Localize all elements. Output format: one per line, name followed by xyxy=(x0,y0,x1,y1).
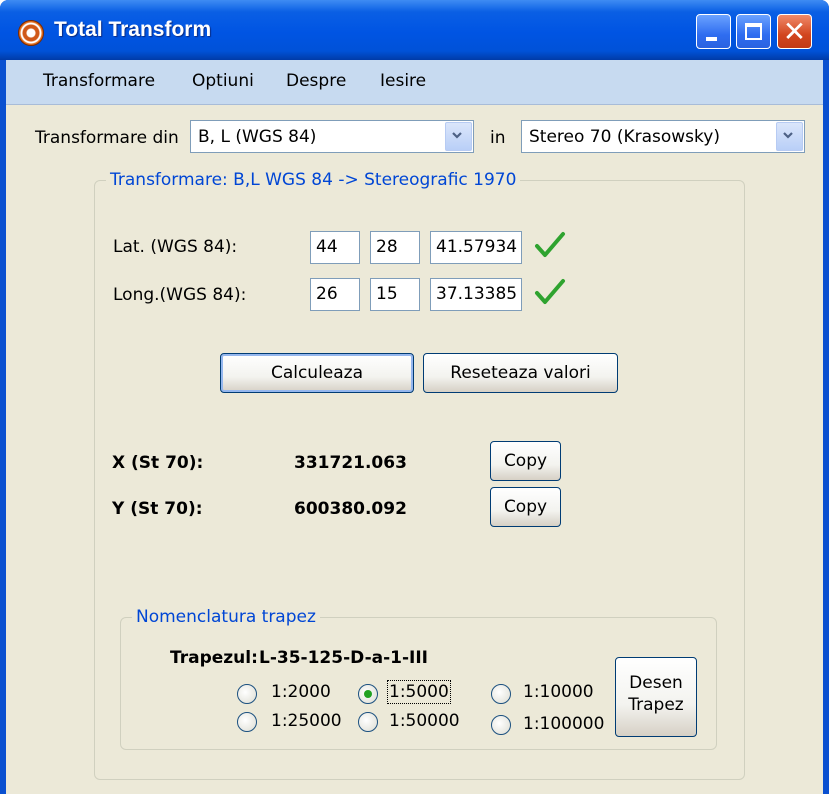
window-title: Total Transform xyxy=(54,18,212,41)
transform-from-label: Transformare din xyxy=(35,128,179,148)
menu-iesire[interactable]: Iesire xyxy=(380,71,426,91)
to-system-value: Stereo 70 (Krasowsky) xyxy=(529,127,720,147)
long-valid-check-icon xyxy=(535,279,565,304)
lat-valid-check-icon xyxy=(535,232,565,257)
menu-despre[interactable]: Despre xyxy=(286,71,346,91)
client-area: Transformare Optiuni Despre Iesire Trans… xyxy=(6,60,823,794)
from-dropdown-button[interactable] xyxy=(445,122,472,151)
long-degrees-input[interactable]: 26 xyxy=(310,278,360,311)
lat-label: Lat. (WGS 84): xyxy=(113,237,238,257)
scale-100000-label[interactable]: 1:100000 xyxy=(523,714,604,734)
nomenclatura-group-title: Nomenclatura trapez xyxy=(132,607,320,627)
close-icon: ✕ xyxy=(782,15,807,48)
draw-trapez-button[interactable]: Desen Trapez xyxy=(615,657,697,737)
long-minutes-input[interactable]: 15 xyxy=(370,278,420,311)
chevron-down-icon xyxy=(452,132,462,139)
lat-degrees-input[interactable]: 44 xyxy=(310,231,360,264)
scale-5000-radio[interactable] xyxy=(358,684,378,704)
menu-transformare[interactable]: Transformare xyxy=(43,71,155,91)
scale-5000-label[interactable]: 1:5000 xyxy=(387,680,451,704)
reset-values-button[interactable]: Reseteaza valori xyxy=(423,353,618,393)
to-dropdown-button[interactable] xyxy=(776,122,803,151)
trapez-label: Trapezul: xyxy=(170,648,258,668)
to-system-select[interactable]: Stereo 70 (Krasowsky) xyxy=(521,120,805,153)
chevron-down-icon xyxy=(783,132,793,139)
from-system-value: B, L (WGS 84) xyxy=(198,127,317,147)
draw-trapez-line2: Trapez xyxy=(628,695,684,715)
scale-25000-radio[interactable] xyxy=(237,712,257,732)
menu-bar: Transformare Optiuni Despre Iesire xyxy=(6,60,823,105)
x-result-label: X (St 70): xyxy=(112,453,204,473)
maximize-icon xyxy=(745,23,762,40)
copy-y-button[interactable]: Copy xyxy=(490,487,561,527)
y-result-label: Y (St 70): xyxy=(112,499,203,519)
copy-x-button[interactable]: Copy xyxy=(490,441,561,481)
transform-group-title: Transformare: B,L WGS 84 -> Stereografic… xyxy=(106,170,521,190)
scale-25000-label[interactable]: 1:25000 xyxy=(271,711,342,731)
scale-10000-radio[interactable] xyxy=(491,684,511,704)
app-icon[interactable] xyxy=(18,20,44,46)
menu-optiuni[interactable]: Optiuni xyxy=(192,71,254,91)
scale-50000-radio[interactable] xyxy=(358,712,378,732)
in-label: in xyxy=(490,128,506,148)
close-button[interactable]: ✕ xyxy=(777,14,812,49)
calculate-button[interactable]: Calculeaza xyxy=(220,353,414,393)
scale-2000-radio[interactable] xyxy=(237,684,257,704)
long-seconds-input[interactable]: 37.13385 xyxy=(430,278,522,311)
app-window: Total Transform ✕ Transformare Optiuni D… xyxy=(0,0,829,794)
from-system-select[interactable]: B, L (WGS 84) xyxy=(190,120,474,153)
minimize-button[interactable] xyxy=(696,14,731,49)
lat-minutes-input[interactable]: 28 xyxy=(370,231,420,264)
scale-100000-radio[interactable] xyxy=(491,715,511,735)
lat-seconds-input[interactable]: 41.57934 xyxy=(430,231,522,264)
scale-50000-label[interactable]: 1:50000 xyxy=(389,711,460,731)
trapez-value: L-35-125-D-a-1-III xyxy=(259,648,429,668)
draw-trapez-line1: Desen xyxy=(629,673,683,693)
scale-2000-label[interactable]: 1:2000 xyxy=(271,682,331,702)
minimize-icon xyxy=(706,37,717,41)
maximize-button[interactable] xyxy=(736,14,771,49)
x-result-value: 331721.063 xyxy=(294,453,407,473)
scale-10000-label[interactable]: 1:10000 xyxy=(523,682,594,702)
long-label: Long.(WGS 84): xyxy=(113,285,247,305)
y-result-value: 600380.092 xyxy=(294,499,407,519)
title-bar[interactable]: Total Transform ✕ xyxy=(0,0,829,60)
